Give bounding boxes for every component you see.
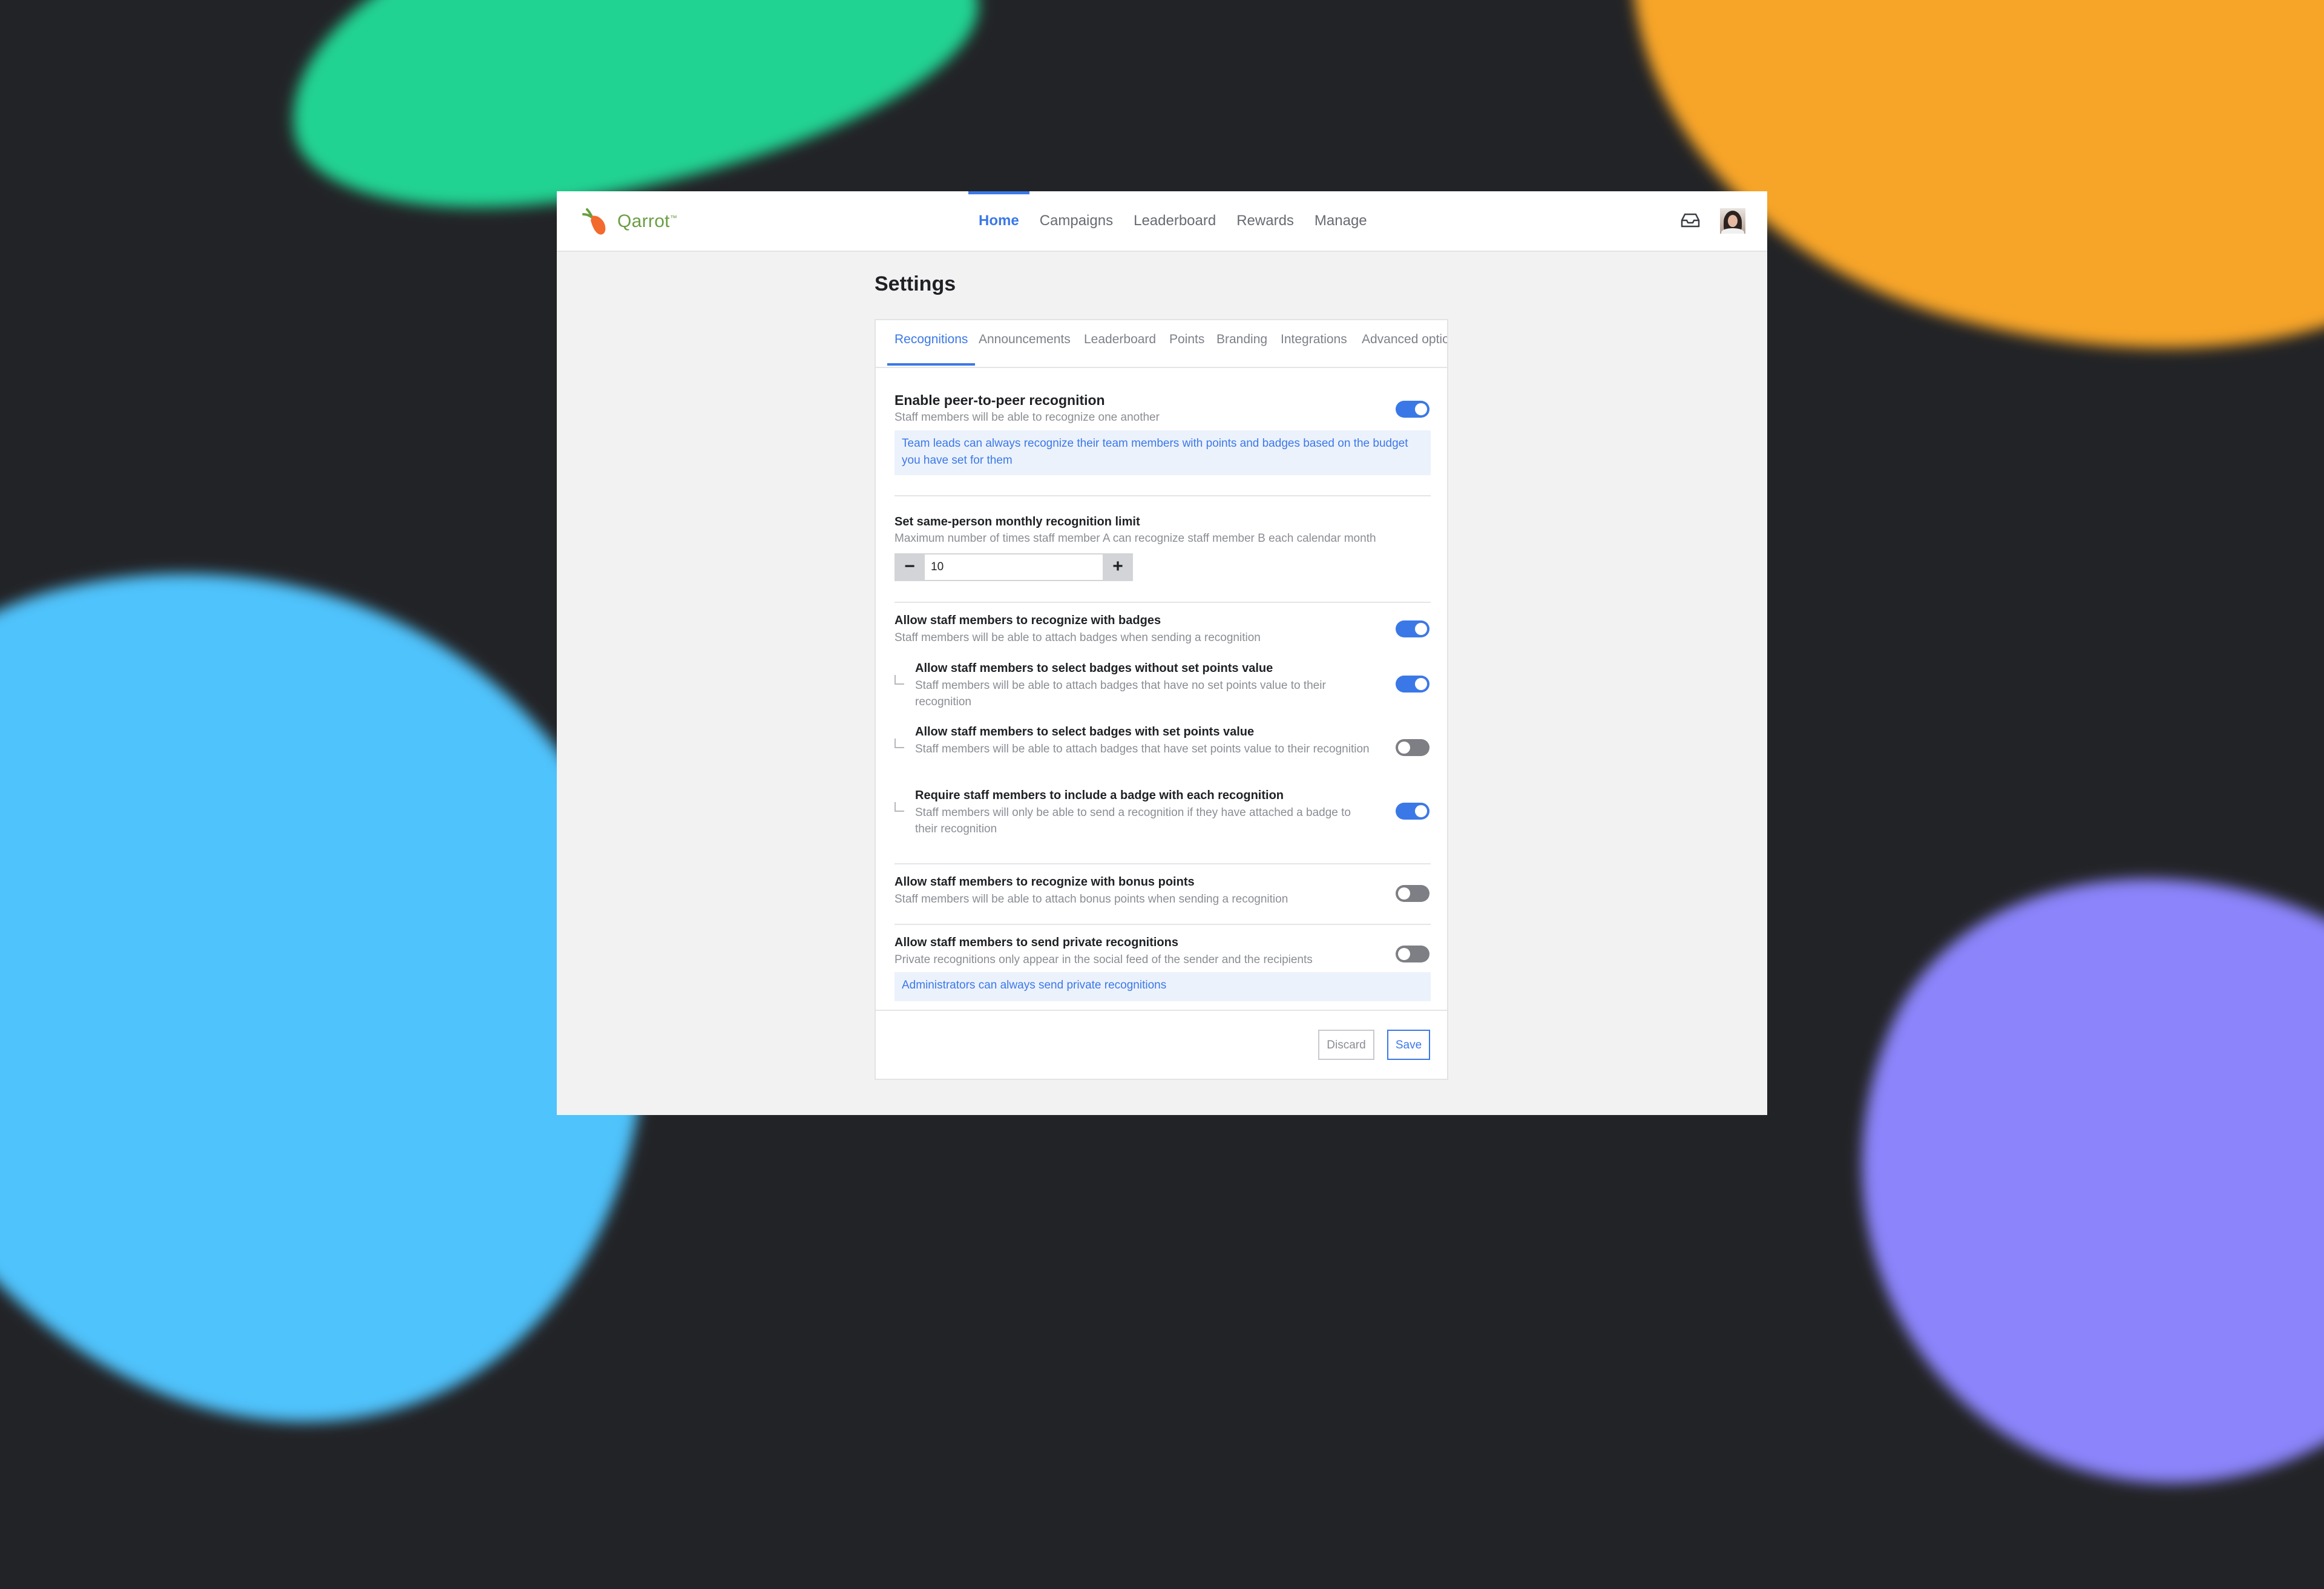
bonus-points-title: Allow staff members to recognize with bo… [894,875,1195,889]
footer-divider [876,1010,1447,1011]
require-badge-title: Require staff members to include a badge… [915,789,1284,802]
save-button[interactable]: Save [1387,1030,1430,1060]
private-recognitions-toggle[interactable] [1396,946,1430,962]
bonus-points-desc: Staff members will be able to attach bon… [894,893,1288,906]
background-blob-purple [1753,771,2324,1589]
nested-indicator [894,739,904,748]
discard-button[interactable]: Discard [1318,1030,1374,1060]
badges-with-points-toggle[interactable] [1396,739,1430,756]
peer-recognition-title: Enable peer-to-peer recognition [894,392,1105,408]
section-divider [894,863,1431,864]
badges-with-points-title: Allow staff members to select badges wit… [915,725,1255,739]
badges-desc: Staff members will be able to attach bad… [894,631,1261,644]
badges-with-points-desc: Staff members will be able to attach bad… [915,743,1370,755]
recognition-limit-desc: Maximum number of times staff member A c… [894,532,1376,545]
tab-integrations[interactable]: Integrations [1281,320,1347,366]
nav-item-leaderboard[interactable]: Leaderboard [1123,191,1226,251]
peer-recognition-toggle[interactable] [1396,401,1430,418]
recognition-limit-input[interactable] [925,553,1103,581]
increment-button[interactable]: + [1103,553,1133,581]
page-title: Settings [875,272,956,295]
user-avatar[interactable] [1720,208,1745,234]
top-navigation-bar: Qarrot™ Home Campaigns Leaderboard Rewar… [557,191,1767,252]
section-divider [894,924,1431,925]
badges-toggle[interactable] [1396,620,1430,637]
badges-no-points-title: Allow staff members to select badges wit… [915,662,1273,675]
private-recognitions-desc: Private recognitions only appear in the … [894,953,1313,966]
recognition-limit-stepper: − + [894,553,1133,581]
nav-item-campaigns[interactable]: Campaigns [1029,191,1123,251]
badges-title: Allow staff members to recognize with ba… [894,614,1161,627]
main-nav: Home Campaigns Leaderboard Rewards Manag… [968,191,1377,251]
nav-item-home[interactable]: Home [968,191,1029,251]
inbox-icon[interactable] [1680,212,1701,229]
badges-no-points-toggle[interactable] [1396,676,1430,693]
tab-announcements[interactable]: Announcements [979,320,1071,366]
recognition-limit-title: Set same-person monthly recognition limi… [894,515,1140,528]
peer-recognition-desc: Staff members will be able to recognize … [894,411,1160,424]
nested-indicator [894,675,904,685]
tab-recognitions[interactable]: Recognitions [887,320,976,366]
section-divider [894,602,1431,603]
require-badge-desc: Staff members will only be able to send … [915,806,1351,835]
settings-card: Recognitions Announcements Leaderboard P… [875,319,1448,1080]
brand-name: Qarrot™ [617,211,678,231]
require-badge-toggle[interactable] [1396,803,1430,820]
bonus-points-toggle[interactable] [1396,885,1430,902]
tab-leaderboard[interactable]: Leaderboard [1084,320,1156,366]
tab-advanced-options[interactable]: Advanced optio [1362,320,1447,366]
tab-points[interactable]: Points [1169,320,1204,366]
team-leads-info-note: Team leads can always recognize their te… [894,430,1431,475]
badges-no-points-desc: Staff members will be able to attach bad… [915,679,1326,708]
carrot-icon [582,208,606,235]
decrement-button[interactable]: − [894,553,925,581]
admins-info-note: Administrators can always send private r… [894,972,1431,1001]
tab-branding[interactable]: Branding [1216,320,1267,366]
nav-item-rewards[interactable]: Rewards [1226,191,1304,251]
app-window: Qarrot™ Home Campaigns Leaderboard Rewar… [557,191,1767,1115]
section-divider [894,495,1431,496]
brand-logo[interactable]: Qarrot™ [581,206,677,237]
private-recognitions-title: Allow staff members to send private reco… [894,936,1178,949]
settings-tabs: Recognitions Announcements Leaderboard P… [876,320,1447,368]
nav-item-manage[interactable]: Manage [1304,191,1377,251]
nested-indicator [894,802,904,812]
